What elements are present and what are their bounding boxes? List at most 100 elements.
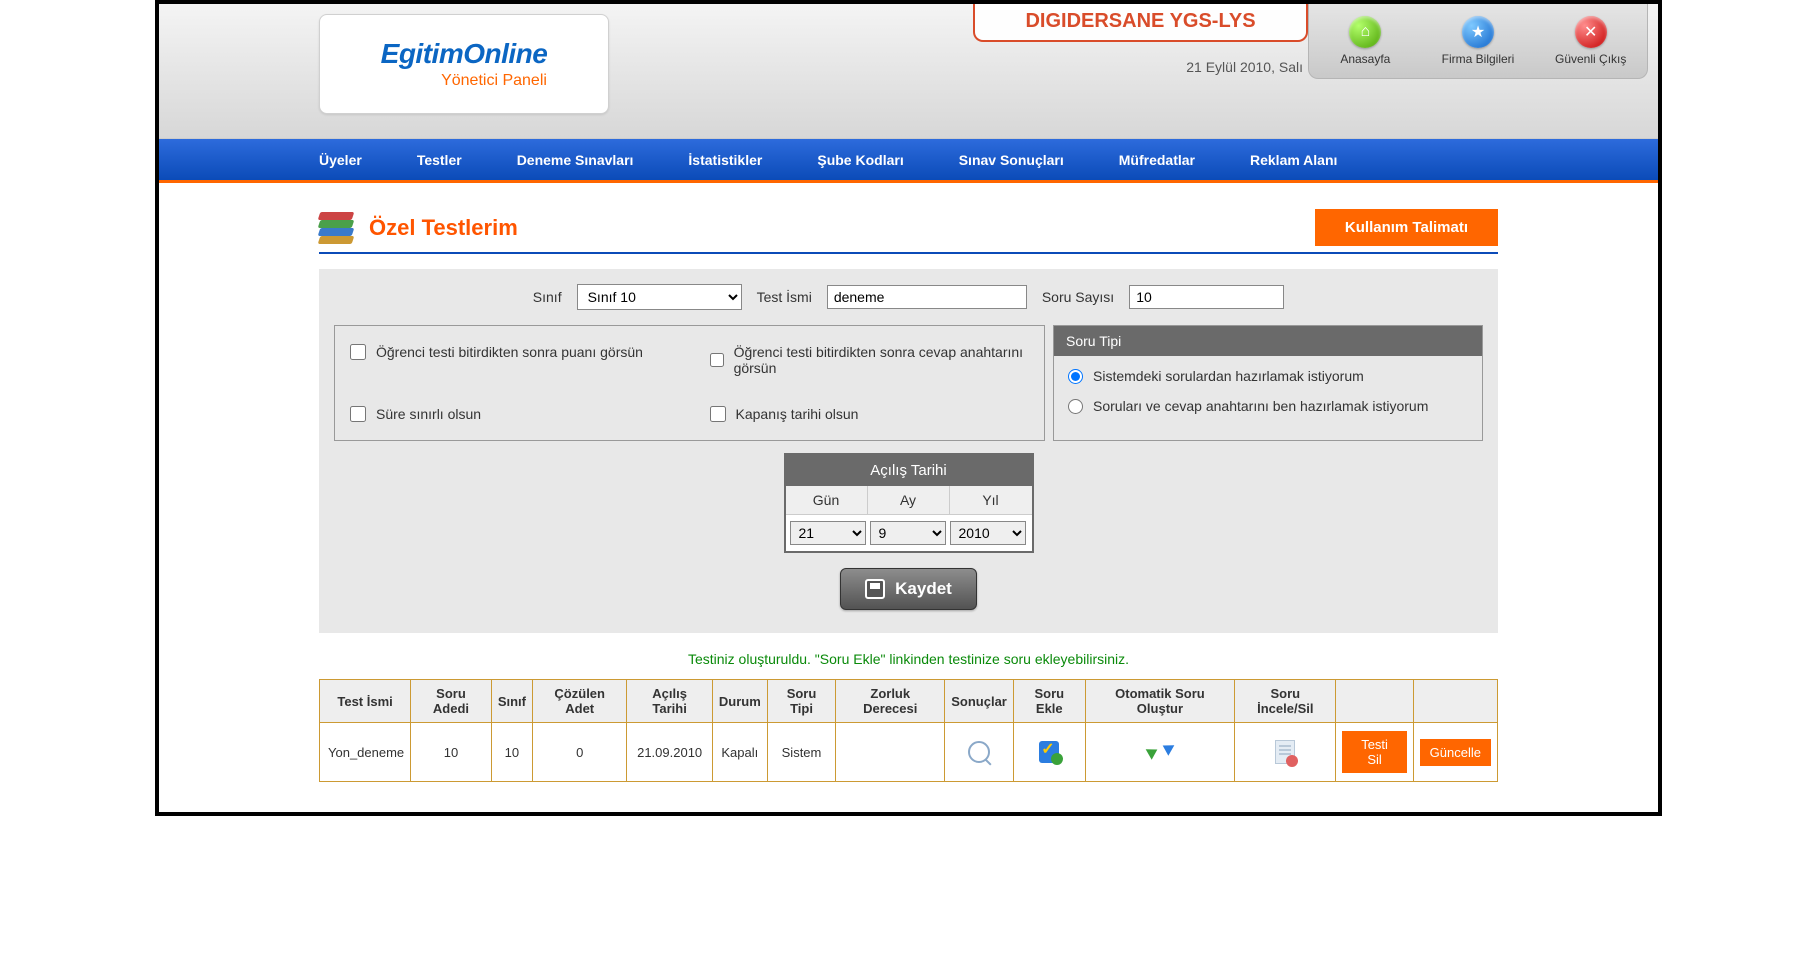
cell-auto-question[interactable]: [1085, 723, 1234, 782]
question-count-input[interactable]: [1129, 285, 1284, 309]
cell-solved: 0: [533, 723, 627, 782]
cell-review-delete[interactable]: [1235, 723, 1336, 782]
time-limit-option[interactable]: Süre sınırlı olsun: [350, 406, 670, 422]
th-solved: Çözülen Adet: [533, 680, 627, 723]
company-info-label: Firma Bilgileri: [1442, 52, 1515, 66]
nav-exam-results[interactable]: Sınav Sonuçları: [959, 152, 1064, 168]
test-name-input[interactable]: [827, 285, 1027, 309]
save-icon: [865, 579, 885, 599]
save-label: Kaydet: [895, 579, 952, 599]
qtype-manual-option[interactable]: Soruları ve cevap anahtarını ben hazırla…: [1068, 398, 1468, 414]
nav-tests[interactable]: Testler: [417, 152, 462, 168]
close-icon: ✕: [1575, 16, 1607, 48]
qtype-manual-label: Soruları ve cevap anahtarını ben hazırla…: [1093, 398, 1428, 414]
th-auto-question: Otomatik Soru Oluştur: [1085, 680, 1234, 723]
th-difficulty: Zorluk Derecesi: [836, 680, 945, 723]
th-review-delete: Soru İncele/Sil: [1235, 680, 1336, 723]
star-icon: ★: [1462, 16, 1494, 48]
nav-ad-area[interactable]: Reklam Alanı: [1250, 152, 1337, 168]
nav-members[interactable]: Üyeler: [319, 152, 362, 168]
th-status: Durum: [712, 680, 767, 723]
nav-statistics[interactable]: İstatistikler: [688, 152, 762, 168]
form-basic-row: Sınıf Sınıf 10 Test İsmi Soru Sayısı: [334, 284, 1483, 310]
show-score-option[interactable]: Öğrenci testi bitirdikten sonra puanı gö…: [350, 344, 670, 360]
cell-qtype: Sistem: [767, 723, 836, 782]
table-header-row: Test İsmi Soru Adedi Sınıf Çözülen Adet …: [320, 680, 1498, 723]
cell-question-count: 10: [411, 723, 492, 782]
page-title-row: Özel Testlerim Kullanım Talimatı: [319, 203, 1498, 254]
close-date-option[interactable]: Kapanış tarihi olsun: [710, 406, 1030, 422]
show-score-checkbox[interactable]: [350, 344, 366, 360]
cell-update: Güncelle: [1413, 723, 1497, 782]
qtype-system-label: Sistemdeki sorulardan hazırlamak istiyor…: [1093, 368, 1364, 384]
books-icon: [319, 212, 359, 244]
update-test-button[interactable]: Güncelle: [1420, 739, 1491, 766]
th-results: Sonuçlar: [945, 680, 1014, 723]
open-date-box: Açılış Tarihi Gün Ay Yıl 21 9 2010: [784, 453, 1034, 553]
cell-grade: 10: [491, 723, 532, 782]
th-grade: Sınıf: [491, 680, 532, 723]
nav-trial-exams[interactable]: Deneme Sınavları: [517, 152, 634, 168]
cell-difficulty: [836, 723, 945, 782]
nav-branch-codes[interactable]: Şube Kodları: [817, 152, 903, 168]
qtype-manual-radio[interactable]: [1068, 399, 1083, 414]
close-date-checkbox[interactable]: [710, 406, 726, 422]
review-delete-icon: [1275, 740, 1295, 764]
quick-buttons-bar: ⌂ Anasayfa ★ Firma Bilgileri ✕ Güvenli Ç…: [1308, 4, 1648, 79]
save-button[interactable]: Kaydet: [840, 568, 977, 610]
table-row: Yon_deneme 10 10 0 21.09.2010 Kapalı Sis…: [320, 723, 1498, 782]
add-question-icon: [1039, 741, 1059, 763]
company-info-button[interactable]: ★ Firma Bilgileri: [1422, 4, 1535, 78]
options-checkboxes: Öğrenci testi bitirdikten sonra puanı gö…: [334, 325, 1045, 441]
qtype-system-option[interactable]: Sistemdeki sorulardan hazırlamak istiyor…: [1068, 368, 1468, 384]
usage-instructions-button[interactable]: Kullanım Talimatı: [1315, 209, 1498, 246]
open-date-title: Açılış Tarihi: [786, 455, 1032, 486]
th-open-date: Açılış Tarihi: [627, 680, 712, 723]
test-name-label: Test İsmi: [757, 289, 812, 305]
month-select[interactable]: 9: [870, 521, 946, 545]
auto-question-icon: [1148, 740, 1172, 764]
current-date: 21 Eylül 2010, Salı: [1186, 59, 1303, 75]
th-update: [1413, 680, 1497, 723]
question-type-title: Soru Tipi: [1054, 326, 1482, 356]
logout-button[interactable]: ✕ Güvenli Çıkış: [1534, 4, 1647, 78]
cell-results[interactable]: [945, 723, 1014, 782]
logo-sub: Yönetici Paneli: [441, 72, 547, 90]
nav-curricula[interactable]: Müfredatlar: [1119, 152, 1195, 168]
time-limit-checkbox[interactable]: [350, 406, 366, 422]
delete-test-button[interactable]: Testi Sil: [1342, 731, 1406, 773]
page-title: Özel Testlerim: [369, 215, 518, 241]
show-key-label: Öğrenci testi bitirdikten sonra cevap an…: [734, 344, 1029, 376]
logo: EgitimOnline Yönetici Paneli: [319, 14, 609, 114]
th-delete: [1336, 680, 1413, 723]
th-qtype: Soru Tipi: [767, 680, 836, 723]
company-name: DIGIDERSANE YGS-LYS: [973, 4, 1308, 42]
question-count-label: Soru Sayısı: [1042, 289, 1114, 305]
tests-table: Test İsmi Soru Adedi Sınıf Çözülen Adet …: [319, 679, 1498, 782]
form-block: Sınıf Sınıf 10 Test İsmi Soru Sayısı Öğr…: [319, 269, 1498, 633]
qtype-system-radio[interactable]: [1068, 369, 1083, 384]
year-col-label: Yıl: [950, 486, 1032, 514]
show-key-option[interactable]: Öğrenci testi bitirdikten sonra cevap an…: [710, 344, 1030, 376]
home-icon: ⌂: [1349, 16, 1381, 48]
day-select[interactable]: 21: [790, 521, 866, 545]
grade-label: Sınıf: [533, 289, 562, 305]
logo-main: EgitimOnline: [381, 38, 548, 70]
header: EgitimOnline Yönetici Paneli DIGIDERSANE…: [159, 4, 1658, 139]
home-button[interactable]: ⌂ Anasayfa: [1309, 4, 1422, 78]
logout-label: Güvenli Çıkış: [1555, 52, 1626, 66]
cell-delete: Testi Sil: [1336, 723, 1413, 782]
year-select[interactable]: 2010: [950, 521, 1026, 545]
th-test-name: Test İsmi: [320, 680, 411, 723]
day-col-label: Gün: [786, 486, 868, 514]
cell-status: Kapalı: [712, 723, 767, 782]
grade-select[interactable]: Sınıf 10: [577, 284, 742, 310]
cell-test-name: Yon_deneme: [320, 723, 411, 782]
cell-add-question[interactable]: [1013, 723, 1085, 782]
time-limit-label: Süre sınırlı olsun: [376, 406, 481, 422]
main-nav: Üyeler Testler Deneme Sınavları İstatist…: [159, 139, 1658, 183]
close-date-label: Kapanış tarihi olsun: [736, 406, 859, 422]
magnifier-icon: [968, 741, 990, 763]
success-message: Testiniz oluşturuldu. "Soru Ekle" linkin…: [319, 651, 1498, 667]
show-key-checkbox[interactable]: [710, 352, 724, 368]
